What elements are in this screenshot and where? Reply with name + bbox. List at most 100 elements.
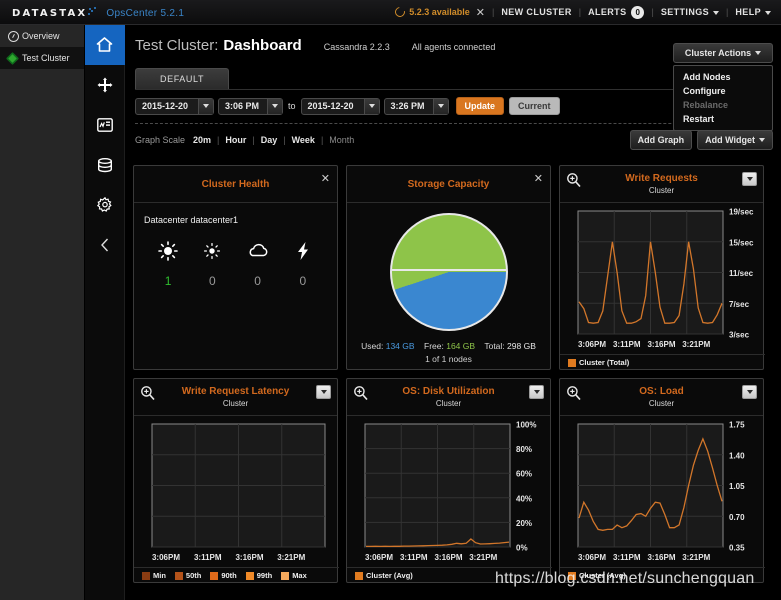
diamond-icon <box>6 51 22 65</box>
widget-menu-button[interactable] <box>529 385 544 399</box>
legend-item[interactable]: 50th <box>174 571 201 580</box>
graph-scale-row: Graph Scale 20m | Hour | Day | Week | Mo… <box>135 130 781 150</box>
menu-item-configure[interactable]: Configure <box>674 84 772 98</box>
top-bar-right: 5.2.3 available ✕ | NEW CLUSTER | ALERTS… <box>393 5 781 19</box>
legend-item[interactable]: 90th <box>210 571 237 580</box>
widget-os-disk-utilization: OS: Disk Utilization Cluster 100% 80% 60% 40%… <box>346 378 552 583</box>
chevron-down-icon[interactable] <box>267 98 282 114</box>
main-content: Test Cluster: Dashboard Cassandra 2.2.3 … <box>125 25 781 600</box>
chevron-down-icon[interactable] <box>432 98 448 114</box>
cluster-actions-menu: Add Nodes Configure Rebalance Restart <box>673 65 773 131</box>
health-cell-critical: 0 <box>293 241 313 288</box>
svg-text:19/sec: 19/sec <box>729 208 754 217</box>
health-counts: 1 0 0 0 <box>134 241 337 288</box>
legend-label: Cluster (Avg) <box>366 571 413 580</box>
legend-item[interactable]: Cluster (Avg) <box>568 571 626 580</box>
svg-text:3:21PM: 3:21PM <box>682 340 710 349</box>
divider: | <box>217 135 220 145</box>
collapse-chevron-icon[interactable] <box>85 225 125 265</box>
sidebar-item-label: Test Cluster <box>22 53 70 63</box>
svg-text:3:16PM: 3:16PM <box>235 553 263 562</box>
new-cluster-button[interactable]: NEW CLUSTER <box>501 7 571 17</box>
nodes-icon[interactable] <box>85 65 125 105</box>
widget-menu-button[interactable] <box>742 385 757 399</box>
legend-item[interactable]: Max <box>281 571 307 580</box>
close-icon[interactable]: ✕ <box>476 6 485 19</box>
menu-item-restart[interactable]: Restart <box>674 112 772 126</box>
start-time-field[interactable]: 3:06 PM <box>218 97 283 115</box>
database-icon[interactable] <box>85 145 125 185</box>
close-icon[interactable]: ✕ <box>321 174 330 185</box>
zoom-in-icon[interactable] <box>140 385 155 405</box>
scale-option-week[interactable]: Week <box>292 135 315 145</box>
svg-text:7/sec: 7/sec <box>729 300 750 309</box>
gear-icon[interactable] <box>85 185 125 225</box>
zoom-in-icon[interactable] <box>566 385 581 405</box>
legend-item[interactable]: Min <box>142 571 166 580</box>
svg-text:0.35: 0.35 <box>729 544 745 553</box>
legend-swatch <box>142 571 150 580</box>
datacenter-label: Datacenter datacenter1 <box>144 215 239 225</box>
sidebar-item-label: Overview <box>22 31 60 41</box>
chart-area: 19/sec 15/sec 11/sec 7/sec 3/sec 3:06PM 3:11PM… <box>560 203 765 370</box>
legend-label: Min <box>153 571 166 580</box>
scale-option-month[interactable]: Month <box>329 135 354 145</box>
tab-default[interactable]: DEFAULT <box>135 68 230 89</box>
version-available-label: 5.2.3 available <box>409 7 470 17</box>
legend-item[interactable]: 99th <box>245 571 272 580</box>
widget-subtitle: Cluster <box>648 186 675 195</box>
sidebar-item-overview[interactable]: Overview <box>0 25 84 47</box>
legend-item[interactable]: Cluster (Total) <box>568 358 629 367</box>
divider: | <box>320 135 324 145</box>
end-date-field[interactable]: 2015-12-20 <box>300 97 380 115</box>
chart-area: 100% 80% 60% 40% 20% 0% 3:06PM 3:11PM 3:16PM 3:21… <box>347 416 552 583</box>
menu-item-add-nodes[interactable]: Add Nodes <box>674 70 772 84</box>
legend-item[interactable]: Cluster (Avg) <box>355 571 413 580</box>
svg-text:3:06PM: 3:06PM <box>152 553 180 562</box>
svg-text:3:16PM: 3:16PM <box>647 340 675 349</box>
chevron-down-icon[interactable] <box>198 98 213 114</box>
chart-legend: Min 50th 90th 99th Max <box>134 567 339 583</box>
alerts-label: ALERTS <box>588 6 627 17</box>
zoom-in-icon[interactable] <box>353 385 368 405</box>
add-graph-button[interactable]: Add Graph <box>629 130 693 150</box>
dashboard-icon[interactable] <box>85 105 125 145</box>
widget-header: Write Requests Cluster <box>560 166 763 203</box>
close-icon[interactable]: ✕ <box>534 174 543 185</box>
chart-legend: Cluster (Avg) <box>560 567 765 583</box>
help-menu[interactable]: HELP <box>735 7 771 17</box>
menu-item-rebalance: Rebalance <box>683 100 729 110</box>
widget-header: OS: Disk Utilization Cluster <box>347 379 550 416</box>
scale-option-hour[interactable]: Hour <box>225 135 246 145</box>
cluster-actions-button[interactable]: Cluster Actions <box>673 43 773 63</box>
widget-menu-button[interactable] <box>742 172 757 186</box>
alerts-button[interactable]: ALERTS 0 <box>588 5 645 19</box>
health-cell-normal: 1 <box>158 241 178 288</box>
svg-text:20%: 20% <box>516 519 532 528</box>
update-button[interactable]: Update <box>455 97 505 115</box>
add-widget-button[interactable]: Add Widget <box>697 130 773 150</box>
product-name: OpsCenter 5.2.1 <box>106 7 185 19</box>
legend-swatch <box>568 358 576 367</box>
svg-text:40%: 40% <box>516 494 532 503</box>
svg-text:1.75: 1.75 <box>729 421 745 430</box>
start-date-field[interactable]: 2015-12-20 <box>135 97 214 115</box>
sidebar-item-test-cluster[interactable]: Test Cluster <box>0 47 84 69</box>
legend-label: Cluster (Total) <box>579 358 630 367</box>
divider: | <box>283 135 286 145</box>
refresh-icon <box>393 5 408 19</box>
settings-menu[interactable]: SETTINGS <box>661 7 720 17</box>
widget-menu-button[interactable] <box>316 385 331 399</box>
scale-option-20m[interactable]: 20m <box>193 135 211 145</box>
graph-scale-label: Graph Scale <box>135 135 186 145</box>
end-time-field[interactable]: 3:26 PM <box>383 97 449 115</box>
pie-slices <box>391 215 506 329</box>
zoom-in-icon[interactable] <box>566 172 581 192</box>
health-count: 0 <box>209 274 216 288</box>
chevron-down-icon[interactable] <box>363 98 379 114</box>
home-icon[interactable] <box>84 25 125 65</box>
svg-text:0.70: 0.70 <box>729 513 745 522</box>
scale-option-day[interactable]: Day <box>261 135 278 145</box>
version-available[interactable]: 5.2.3 available <box>393 5 470 19</box>
current-button[interactable]: Current <box>509 97 560 115</box>
